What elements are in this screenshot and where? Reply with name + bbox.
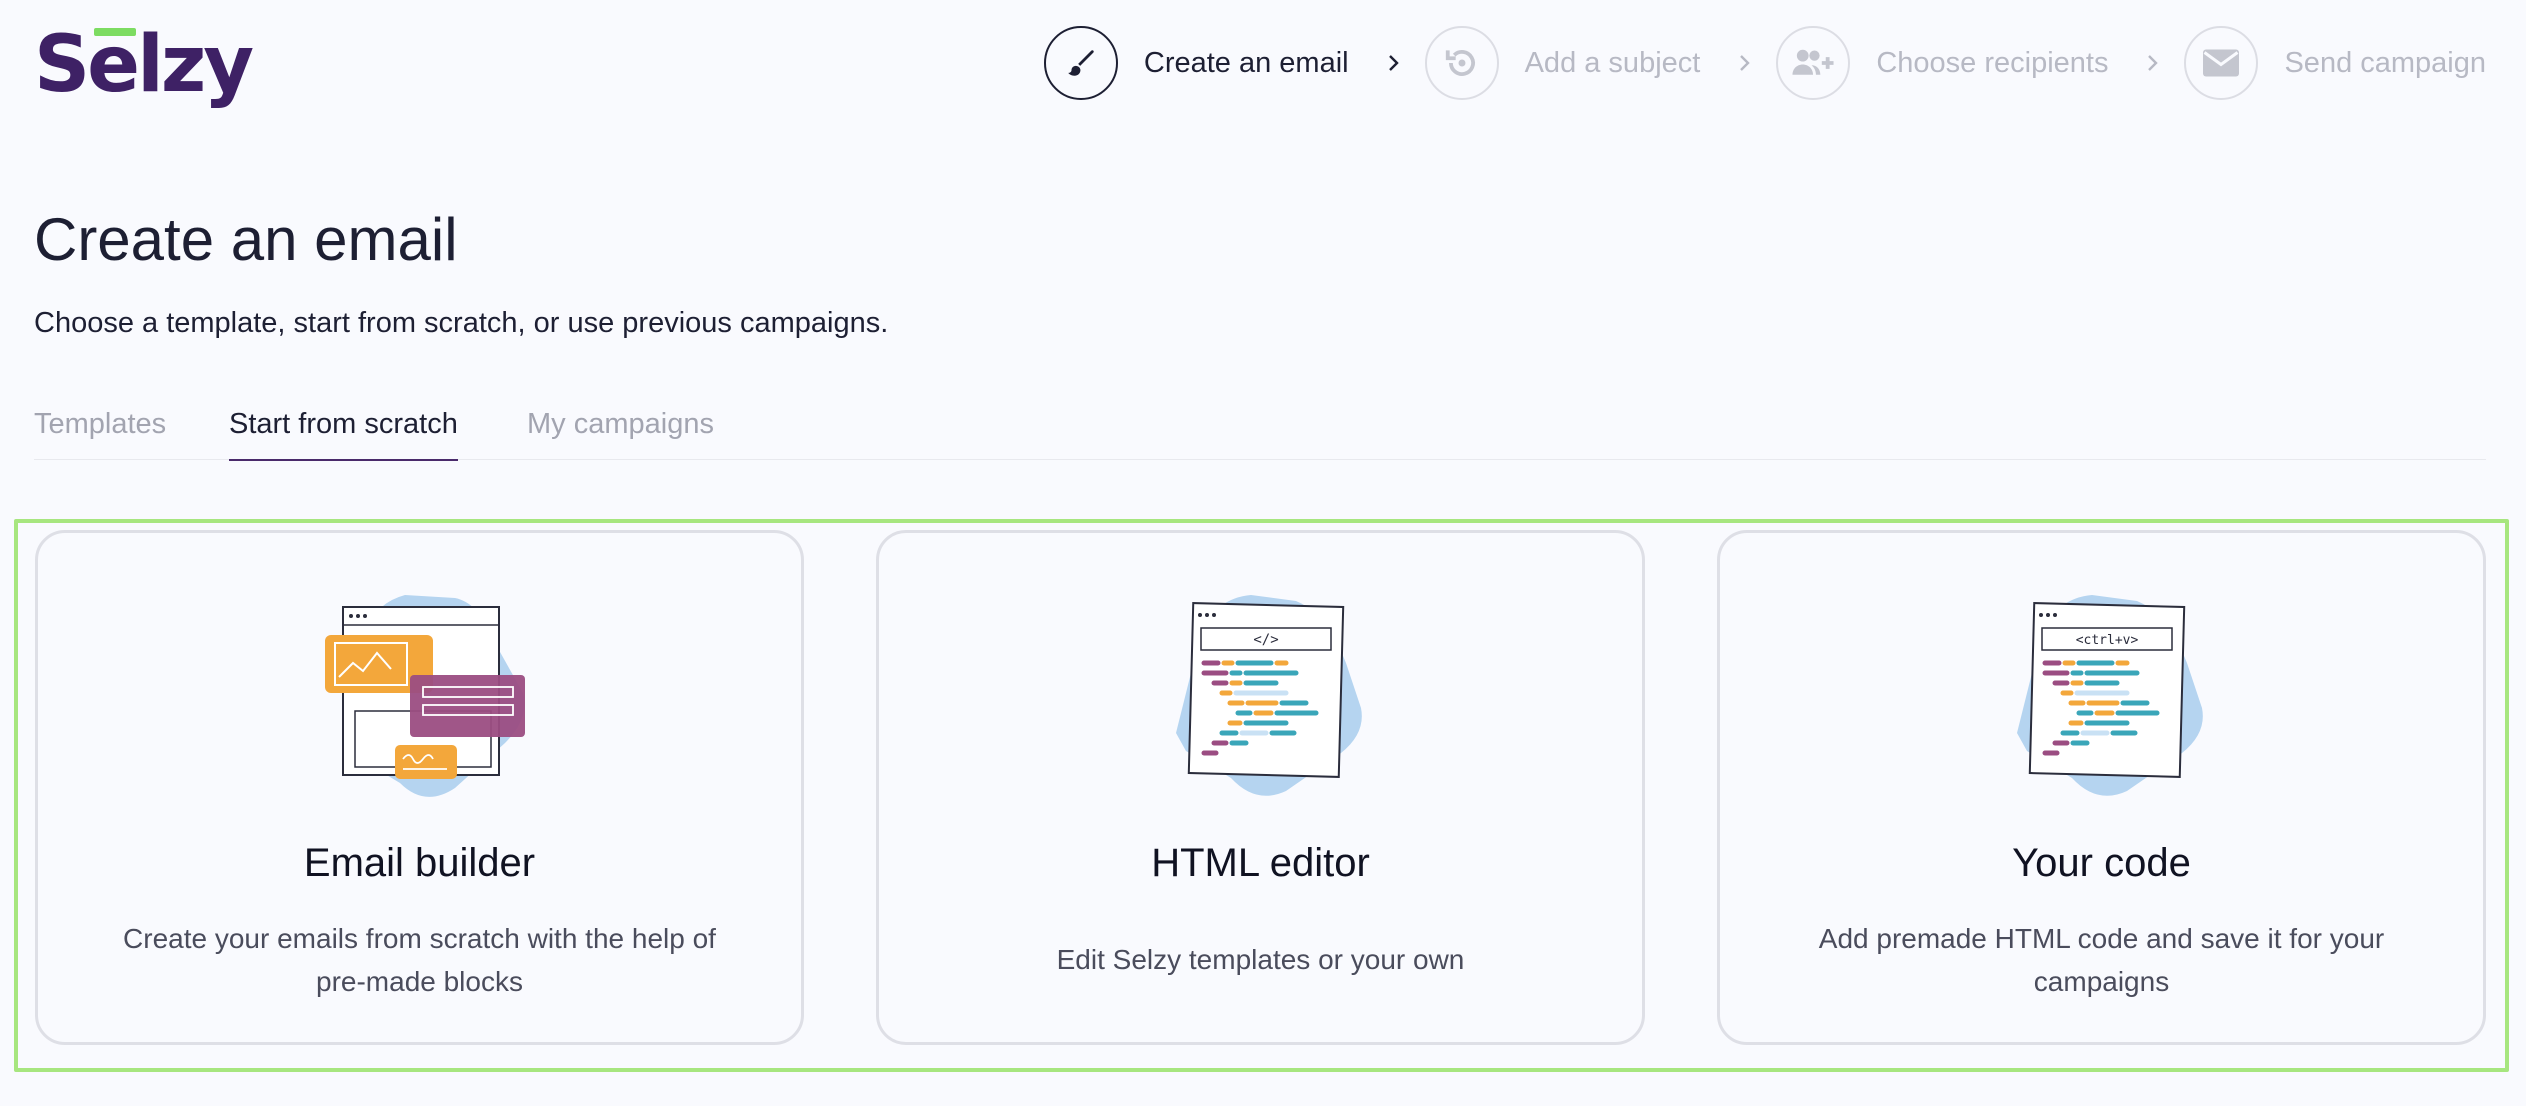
step-add-subject[interactable]: Add a subject: [1424, 26, 1701, 100]
header: Selzy Create an email Add a subject Choo…: [0, 0, 2526, 125]
code-tag: <ctrl+v>: [2075, 633, 2138, 648]
campaign-steps: Create an email Add a subject Choose rec…: [1043, 26, 2486, 100]
history-icon: [1424, 26, 1499, 100]
email-builder-card[interactable]: Email builder Create your emails from sc…: [35, 530, 804, 1045]
logo-accent-dash: [94, 28, 136, 36]
envelope-icon: [2184, 26, 2259, 100]
step-label: Create an email: [1143, 46, 1349, 79]
page-title: Create an email: [34, 206, 458, 273]
step-create-email[interactable]: Create an email: [1043, 26, 1349, 100]
tab-start-from-scratch[interactable]: Start from scratch: [229, 408, 458, 461]
step-choose-recipients[interactable]: Choose recipients: [1776, 26, 2108, 100]
html-editor-illustration-icon: </>: [1146, 573, 1376, 803]
logo-text: Selzy: [34, 20, 254, 110]
selzy-logo[interactable]: Selzy: [34, 14, 254, 110]
tab-my-campaigns[interactable]: My campaigns: [527, 408, 714, 459]
your-code-card[interactable]: <ctrl+v> Your code Add premade HTML code…: [1717, 530, 2486, 1045]
tab-templates[interactable]: Templates: [34, 408, 166, 459]
step-send-campaign[interactable]: Send campaign: [2184, 26, 2486, 100]
card-title: Your code: [2012, 841, 2191, 885]
step-label: Add a subject: [1524, 46, 1701, 79]
chevron-right-icon: [1387, 53, 1401, 73]
email-builder-illustration-icon: [305, 573, 535, 803]
card-description: Create your emails from scratch with the…: [123, 923, 716, 997]
chevron-right-icon: [1738, 53, 1752, 73]
card-description: Add premade HTML code and save it for yo…: [1818, 923, 2385, 997]
brush-icon: [1043, 26, 1118, 100]
editor-tabs: Templates Start from scratch My campaign…: [34, 400, 2486, 461]
step-label: Choose recipients: [1876, 46, 2109, 79]
card-title: Email builder: [303, 841, 536, 885]
html-editor-card[interactable]: </> HTML editor Edit Selzy templates or …: [876, 530, 1645, 1045]
add-user-icon: [1776, 26, 1851, 100]
card-description: Edit Selzy templates or your own: [1056, 944, 1465, 975]
your-code-illustration-icon: <ctrl+v>: [1987, 573, 2217, 803]
code-tag: </>: [1253, 632, 1278, 648]
page-subtitle: Choose a template, start from scratch, o…: [34, 307, 889, 339]
step-label: Send campaign: [2284, 46, 2486, 79]
card-title: HTML editor: [1151, 841, 1370, 885]
chevron-right-icon: [2146, 53, 2160, 73]
